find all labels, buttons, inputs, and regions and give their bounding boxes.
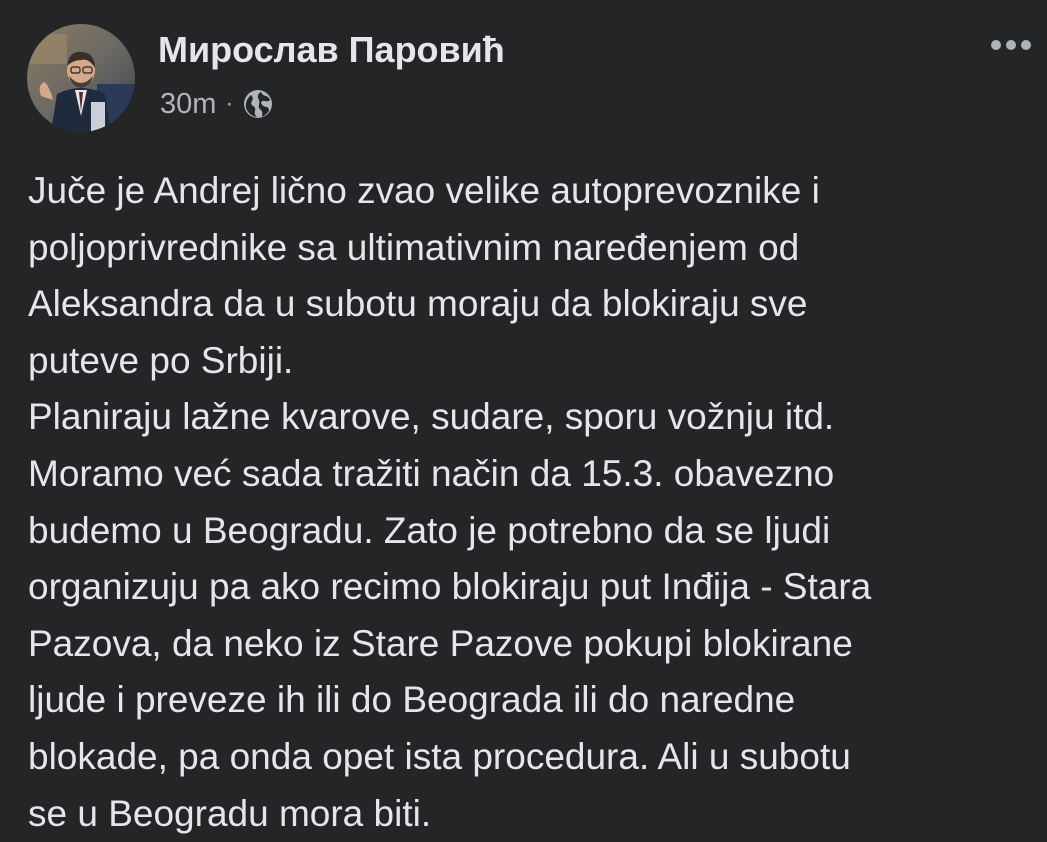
post-text-line: Juče je Andrej lično zvao velike autopre… — [28, 170, 820, 211]
post-text-line: Pazova, da neko iz Stare Pazove pokupi b… — [28, 622, 853, 664]
post-text-line: Aleksandra da u subotu moraju da blokira… — [28, 283, 808, 325]
avatar[interactable] — [27, 24, 135, 132]
post-text-line: se u Beogradu mora biti. — [28, 792, 432, 834]
more-options-icon-dot — [1021, 40, 1031, 50]
post-text-line: blokade, pa onda opet ista procedura. Al… — [28, 735, 851, 777]
post-text-line: organizuju pa ako recimo blokiraju put I… — [28, 566, 872, 608]
post-text-line: Planiraju lažne kvarove, sudare, sporu v… — [28, 396, 835, 438]
author-name[interactable]: Мирослав Паровић — [158, 28, 505, 72]
more-options-button[interactable] — [981, 30, 1041, 60]
post-text-line: Moramo već sada tražiti način da 15.3. o… — [28, 452, 835, 494]
post-meta: 30m · — [160, 86, 274, 122]
post-timestamp[interactable]: 30m — [160, 88, 216, 121]
post-text-line: ljude i preveze ih ili do Beograda ili d… — [28, 679, 796, 721]
post-text-line: poljoprivrednike sa ultimativnim naređen… — [28, 226, 800, 268]
more-options-icon-dot — [1006, 40, 1016, 50]
globe-icon[interactable] — [242, 88, 274, 120]
post-text-line: puteve po Srbiji. — [28, 339, 294, 381]
avatar-photo — [27, 24, 135, 132]
meta-separator: · — [225, 90, 234, 117]
post-card: Мирослав Паровић 30m · Juče je Andrej li… — [0, 0, 1047, 834]
post-body: Juče je Andrej lično zvao velike autopre… — [28, 163, 1033, 842]
more-options-icon — [991, 40, 1001, 50]
post-text-line: budemo u Beogradu. Zato je potrebno da s… — [28, 509, 831, 551]
